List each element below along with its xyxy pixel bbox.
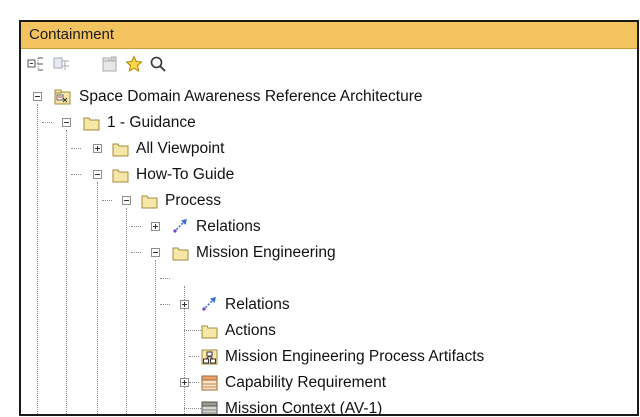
tree-node-label: Mission Engineering Process Artifacts [225,348,485,365]
tree-node-label: Capability Requirement [225,374,387,391]
package-icon[interactable] [101,55,119,73]
table-icon [201,375,218,391]
panel-title-bar: Containment [21,22,637,49]
containment-tree: Space Domain Awareness Reference Archite… [21,79,637,414]
tree-node-label: Mission Engineering [196,244,336,261]
panel-title: Containment [29,26,115,43]
collapse-all-icon[interactable] [27,55,45,73]
folder-icon [112,143,129,157]
tree-node-label: Process [165,192,221,209]
tree-node-label: Mission Context (AV-1) [225,400,383,416]
tree-node-label: Space Domain Awareness Reference Archite… [79,88,423,105]
toolbar [21,49,637,79]
collapse-toggle[interactable] [93,170,102,179]
relation-icon [173,219,187,233]
table-gray-icon [201,401,218,414]
folder-icon [83,117,100,131]
collapse-toggle[interactable] [151,248,160,257]
tree-node-label: How-To Guide [136,166,235,183]
diagram-icon [201,349,218,365]
tree-node-label: 1 - Guidance [107,114,196,131]
expand-toggle[interactable] [180,378,189,387]
tree-node-label: All Viewpoint [136,140,225,157]
expand-toggle[interactable] [93,144,102,153]
folder-icon [172,247,189,261]
expand-all-icon[interactable] [53,55,71,73]
tree-node-label: Actions [225,322,276,339]
expand-toggle[interactable] [151,222,160,231]
favorites-star-icon[interactable] [125,55,143,73]
tree-node-label: Relations [225,296,290,313]
folder-icon [201,325,218,339]
folder-icon [141,195,158,209]
model-icon [54,89,71,105]
relation-icon [202,297,216,311]
search-icon[interactable] [149,55,167,73]
folder-icon [112,169,129,183]
tree-node-label: Relations [196,218,261,235]
collapse-toggle[interactable] [62,118,71,127]
expand-toggle[interactable] [180,300,189,309]
containment-panel: Containment Space Domain Awareness Refer… [19,20,639,416]
collapse-toggle[interactable] [122,196,131,205]
collapse-toggle[interactable] [33,92,42,101]
